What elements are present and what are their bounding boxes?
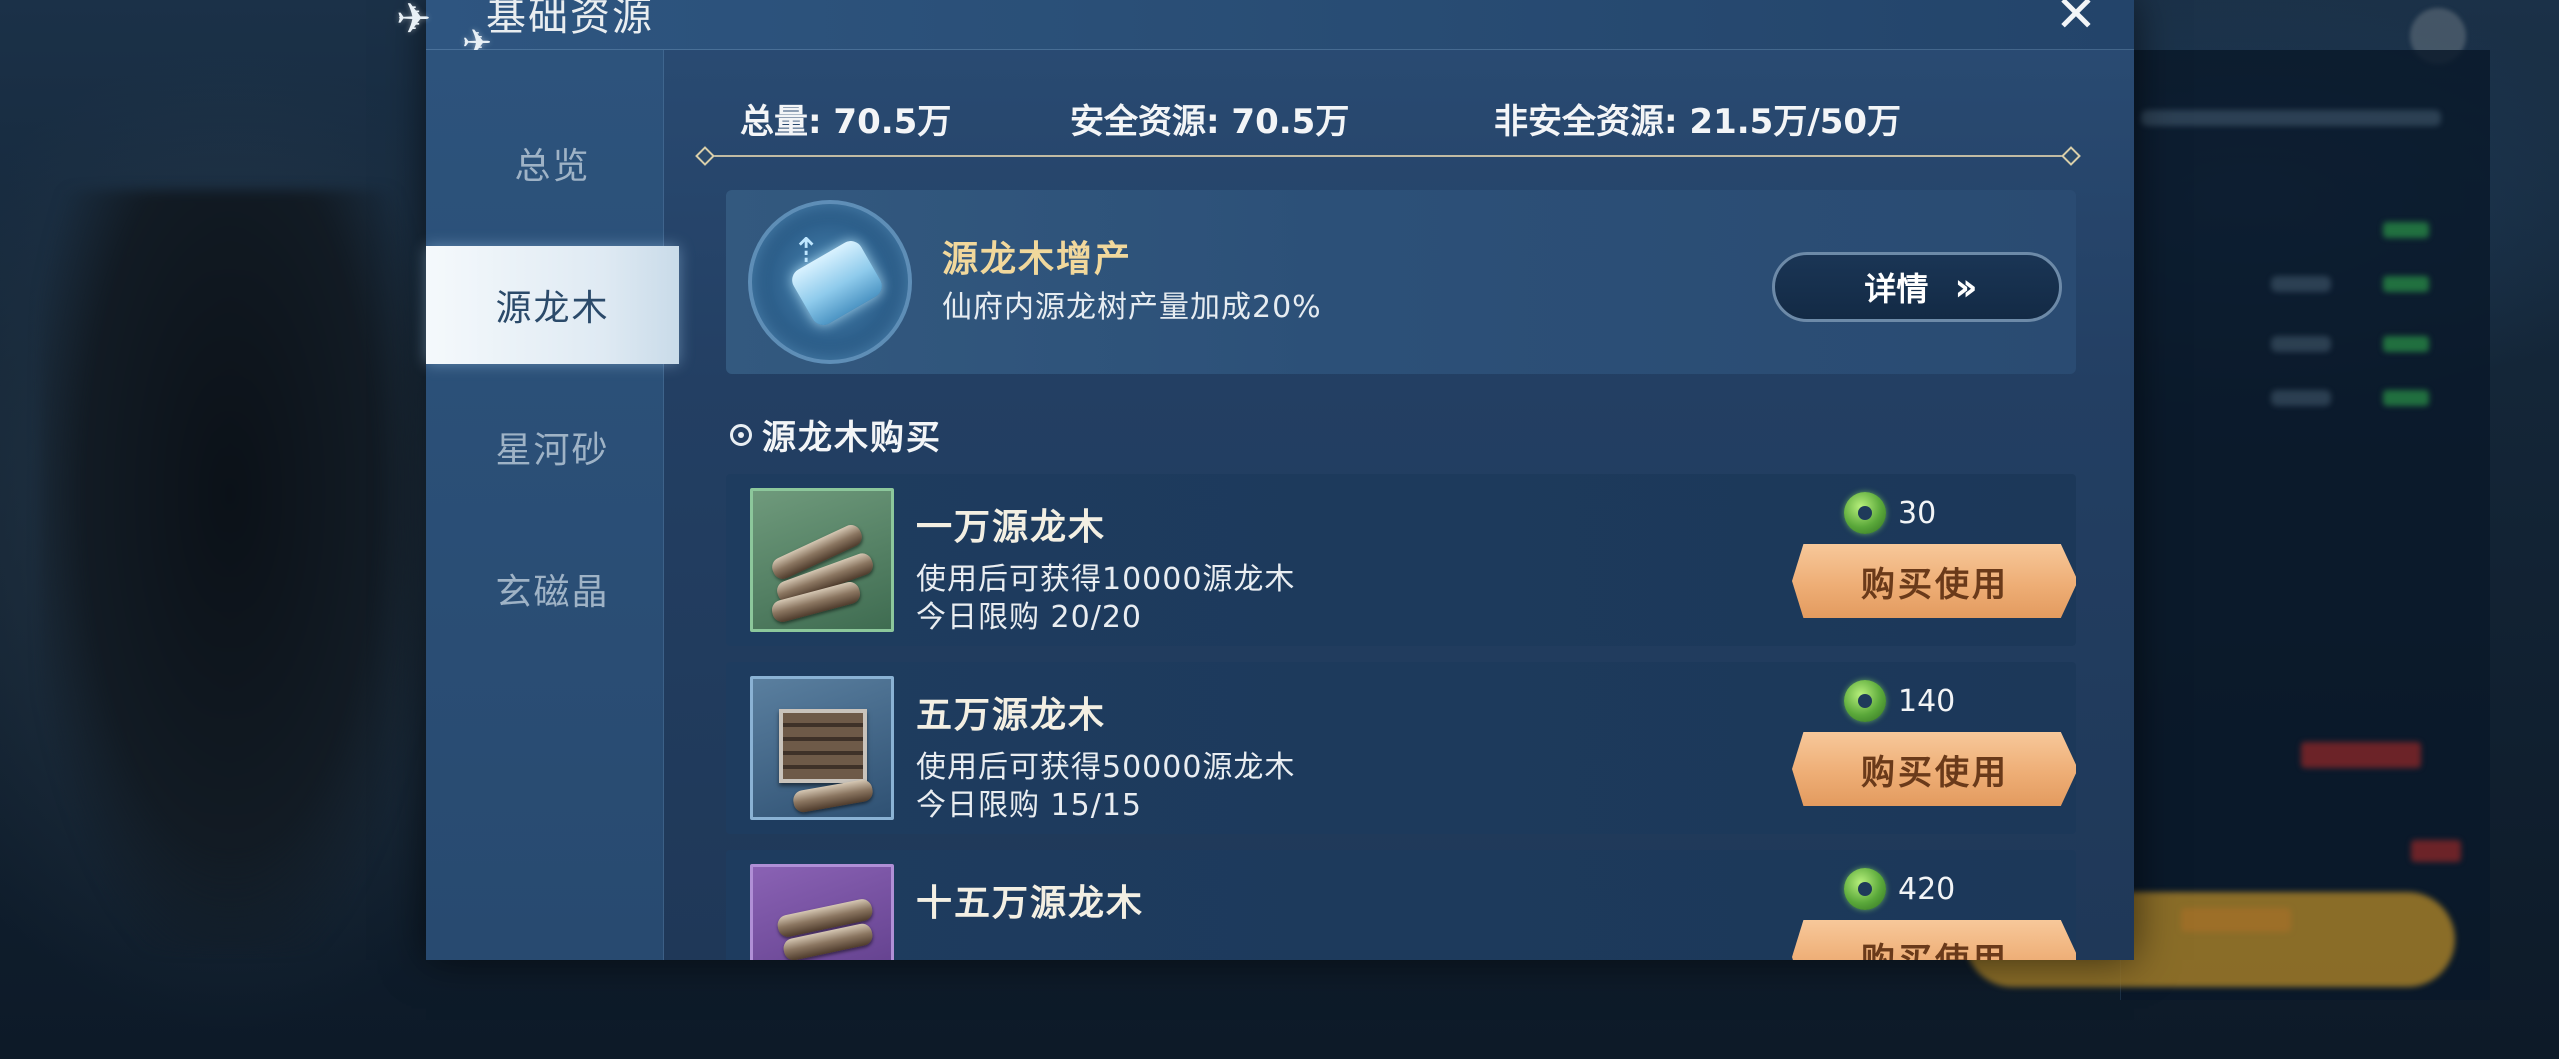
bonus-description: 仙府内源龙树产量加成20% — [942, 290, 1322, 325]
wood-stack-icon — [750, 864, 894, 960]
stat-unsafe: 非安全资源: 21.5万/50万 — [1494, 102, 1902, 142]
item-price: 30 — [1844, 492, 1936, 534]
details-label: 详情 — [1864, 270, 1929, 308]
buy-use-button[interactable]: 购买使用 — [1792, 920, 2076, 960]
list-item: 五万源龙木 使用后可获得50000源龙木 今日限购 15/15 140 购买使用 — [726, 662, 2076, 834]
close-icon: ✕ — [2055, 0, 2097, 43]
list-item: 一万源龙木 使用后可获得10000源龙木 今日限购 20/20 30 购买使用 — [726, 474, 2076, 646]
section-header: 源龙木购买 — [730, 410, 942, 459]
jade-currency-icon — [1844, 680, 1886, 722]
title-bar: ✈ ✈ 基础资源 ✕ — [396, 0, 2134, 62]
close-button[interactable]: ✕ — [2046, 0, 2106, 43]
resource-stats: 总量: 70.5万 安全资源: 70.5万 非安全资源: 21.5万/50万 — [740, 94, 2020, 142]
background-character — [40, 190, 420, 950]
divider-diamond — [2061, 146, 2081, 166]
item-daily-limit: 今日限购 15/15 — [916, 788, 1142, 823]
item-name: 五万源龙木 — [916, 695, 1107, 736]
buy-use-button[interactable]: 购买使用 — [1792, 732, 2076, 806]
item-daily-limit: 今日限购 20/20 — [916, 600, 1142, 635]
jade-currency-icon — [1844, 868, 1886, 910]
bonus-title: 源龙木增产 — [942, 239, 1133, 280]
purchase-list[interactable]: 一万源龙木 使用后可获得10000源龙木 今日限购 20/20 30 购买使用 … — [726, 474, 2076, 960]
price-value: 420 — [1898, 871, 1956, 907]
background-side-panel — [2120, 50, 2490, 1000]
item-price: 420 — [1844, 868, 1955, 910]
price-value: 30 — [1898, 495, 1937, 531]
double-chevron-right-icon: ›› — [1954, 265, 1978, 309]
tab-overview[interactable]: 总览 — [426, 104, 679, 222]
dialog-title: 基础资源 — [486, 0, 654, 40]
item-name: 一万源龙木 — [916, 507, 1107, 548]
tab-star-sand[interactable]: 星河砂 — [426, 388, 679, 506]
price-value: 140 — [1898, 683, 1956, 719]
content-area: 总量: 70.5万 安全资源: 70.5万 非安全资源: 21.5万/50万 ⇡… — [664, 50, 2134, 960]
ornament-divider — [704, 155, 2069, 157]
tab-magnet-crystal[interactable]: 玄磁晶 — [426, 530, 679, 648]
section-marker-icon — [730, 423, 752, 446]
wood-scroll-icon: ⇡ — [748, 200, 912, 364]
wood-bundle-icon — [750, 488, 894, 632]
buy-use-button[interactable]: 购买使用 — [1792, 544, 2076, 618]
stat-total: 总量: 70.5万 — [740, 102, 952, 142]
resource-dialog: ✈ ✈ 基础资源 ✕ 总览 源龙木 星河砂 玄磁晶 总量: 70.5万 安全资源… — [396, 0, 2134, 960]
item-name: 十五万源龙木 — [916, 883, 1145, 924]
stat-safe: 安全资源: 70.5万 — [1070, 102, 1350, 142]
jade-currency-icon — [1844, 492, 1886, 534]
section-label: 源龙木购买 — [762, 418, 942, 458]
category-sidebar: 总览 源龙木 星河砂 玄磁晶 — [426, 50, 679, 960]
wood-crate-icon — [750, 676, 894, 820]
details-button[interactable]: 详情 ›› — [1772, 252, 2062, 322]
divider-diamond — [695, 146, 715, 166]
list-item: 十五万源龙木 420 购买使用 — [726, 850, 2076, 960]
tab-dragon-wood[interactable]: 源龙木 — [426, 246, 679, 364]
production-bonus-card: ⇡ 源龙木增产 仙府内源龙树产量加成20% 详情 ›› — [726, 190, 2076, 374]
swallow-ornament-icon: ✈ — [396, 0, 432, 43]
item-price: 140 — [1844, 680, 1955, 722]
